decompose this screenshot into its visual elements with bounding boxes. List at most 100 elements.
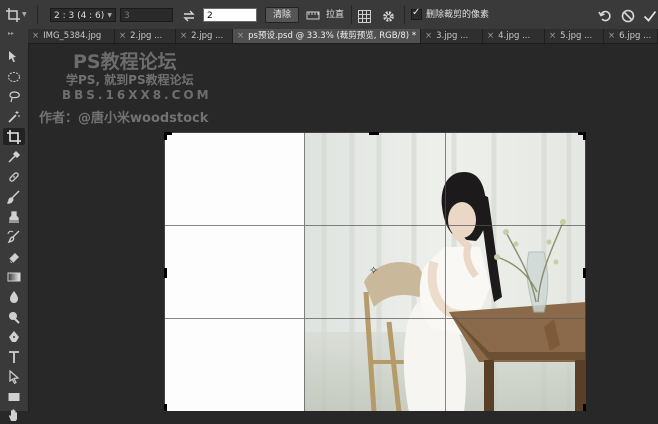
lasso-tool[interactable]	[3, 88, 25, 105]
watermark-title: PS教程论坛	[73, 51, 177, 73]
crop-handle-left-center[interactable]	[164, 268, 167, 278]
tab-ps-preset-psd[interactable]: × ps预设.psd @ 33.3% (裁剪预览, RGB/8) *	[233, 29, 421, 43]
healing-brush-tool[interactable]	[3, 168, 25, 185]
commit-crop-icon[interactable]	[643, 8, 657, 22]
close-icon[interactable]: ×	[119, 31, 126, 41]
history-brush-icon	[7, 230, 20, 243]
tab-label: 4.jpg ...	[498, 31, 531, 41]
healing-brush-icon	[9, 171, 19, 182]
clone-stamp-icon	[9, 210, 19, 223]
width-field[interactable]: 3	[120, 8, 173, 22]
gradient-tool[interactable]	[3, 268, 25, 285]
crop-handle-top-right-v[interactable]	[583, 132, 586, 140]
path-selection-icon	[9, 369, 20, 384]
crop-tool[interactable]	[3, 128, 25, 145]
eyedropper-icon	[8, 150, 21, 163]
height-value: 2	[207, 11, 213, 21]
tab-label: 2.jpg ...	[191, 31, 224, 41]
rectangle-icon	[8, 392, 20, 401]
crop-handle-right-center[interactable]	[583, 268, 586, 278]
tab-label: IMG_5384.jpg	[43, 31, 102, 41]
tools-panel: ▸▸	[0, 29, 29, 421]
panel-collapse-icon[interactable]: ▸▸	[8, 30, 14, 37]
close-icon[interactable]: ×	[549, 31, 556, 41]
canvas-workspace[interactable]: PS教程论坛 学PS, 就到PS教程论坛 BBS.16XX8.COM 作者：@唐…	[29, 44, 658, 411]
watermark-author: 作者：@唐小米woodstock	[39, 111, 209, 126]
chevron-down-icon: ▼	[22, 11, 27, 18]
tab-6-jpg[interactable]: × 6.jpg ...	[604, 29, 658, 43]
delete-cropped-checkbox[interactable]: ✓	[411, 7, 422, 20]
options-bar: ▼ 2 : 3 (4 : 6) ▼ 3 2 清除 拉直 ✓ 删除裁剪的像素	[0, 0, 658, 30]
ratio-preset-value: 2 : 3 (4 : 6)	[54, 11, 105, 21]
crop-settings-gear-icon[interactable]	[382, 8, 395, 22]
reset-icon[interactable]	[598, 8, 612, 22]
chevron-down-icon: ▼	[107, 12, 112, 19]
close-icon[interactable]: ×	[425, 31, 432, 41]
delete-cropped-label: 删除裁剪的像素	[426, 10, 490, 20]
tab-img-5384[interactable]: × IMG_5384.jpg	[28, 29, 115, 43]
watermark-subtitle: 学PS, 就到PS教程论坛	[66, 73, 194, 87]
history-brush-tool[interactable]	[3, 228, 25, 245]
tab-5-jpg[interactable]: × 5.jpg ...	[545, 29, 604, 43]
ratio-preset-select[interactable]: 2 : 3 (4 : 6) ▼	[50, 8, 116, 22]
crop-tool-preset-picker[interactable]: ▼	[6, 0, 30, 29]
watermark-url: BBS.16XX8.COM	[62, 88, 212, 102]
close-icon[interactable]: ×	[180, 31, 187, 41]
crop-handle-top-left-v[interactable]	[164, 132, 167, 140]
crop-icon	[6, 7, 20, 22]
lasso-icon	[9, 90, 20, 102]
straighten-label: 拉直	[326, 10, 345, 20]
marquee-icon	[8, 71, 20, 82]
close-icon[interactable]: ×	[32, 31, 39, 41]
crop-center-crosshair-icon: ✧	[369, 264, 379, 277]
magic-wand-tool[interactable]	[3, 108, 25, 125]
checkmark-icon: ✓	[412, 7, 421, 18]
tab-2-jpg-b[interactable]: × 2.jpg ...	[176, 29, 233, 43]
dodge-tool[interactable]	[3, 308, 25, 325]
tab-4-jpg[interactable]: × 4.jpg ...	[483, 29, 545, 43]
pen-tool[interactable]	[3, 328, 25, 345]
clone-stamp-tool[interactable]	[3, 208, 25, 225]
overlay-grid-icon[interactable]	[358, 8, 371, 23]
type-icon	[9, 350, 19, 363]
crop-icon	[7, 129, 21, 144]
close-icon[interactable]: ×	[487, 31, 494, 41]
tab-label: ps预设.psd @ 33.3% (裁剪预览, RGB/8) *	[248, 31, 417, 41]
separator	[351, 5, 352, 24]
magic-wand-icon	[8, 110, 20, 123]
tab-label: 3.jpg ...	[436, 31, 469, 41]
document-canvas[interactable]: ✧	[164, 132, 586, 411]
blur-icon	[10, 290, 18, 303]
cancel-crop-icon[interactable]	[621, 8, 635, 23]
height-field[interactable]: 2	[203, 8, 257, 22]
tab-label: 6.jpg ...	[619, 31, 652, 41]
dodge-icon	[9, 311, 20, 324]
tab-2-jpg-a[interactable]: × 2.jpg ...	[115, 29, 176, 43]
gradient-icon	[7, 272, 21, 281]
path-selection-tool[interactable]	[3, 368, 25, 385]
rectangle-tool[interactable]	[3, 388, 25, 405]
hand-tool[interactable]	[3, 407, 25, 424]
marquee-tool[interactable]	[3, 68, 25, 85]
eyedropper-tool[interactable]	[3, 148, 25, 165]
brush-tool[interactable]	[3, 188, 25, 205]
blur-tool[interactable]	[3, 288, 25, 305]
crop-handle-top-center[interactable]	[369, 132, 379, 135]
straighten-button[interactable]: 拉直	[306, 7, 346, 23]
width-value: 3	[124, 11, 130, 21]
straighten-icon	[306, 11, 320, 20]
tab-3-jpg[interactable]: × 3.jpg ...	[421, 29, 483, 43]
eraser-tool[interactable]	[3, 248, 25, 265]
tab-label: 5.jpg ...	[560, 31, 593, 41]
swap-dimensions-icon[interactable]	[182, 8, 196, 22]
type-tool[interactable]	[3, 348, 25, 365]
close-icon[interactable]: ×	[608, 31, 615, 41]
clear-button[interactable]: 清除	[265, 7, 299, 23]
close-icon[interactable]: ×	[237, 31, 244, 41]
move-tool[interactable]	[3, 48, 25, 65]
crop-handle-bottom-right[interactable]	[583, 404, 586, 411]
tab-label: 2.jpg ...	[130, 31, 163, 41]
crop-handle-bottom-left[interactable]	[164, 404, 167, 411]
brush-icon	[7, 189, 20, 204]
document-tabs: × IMG_5384.jpg × 2.jpg ... × 2.jpg ... × ps预…	[28, 29, 658, 44]
